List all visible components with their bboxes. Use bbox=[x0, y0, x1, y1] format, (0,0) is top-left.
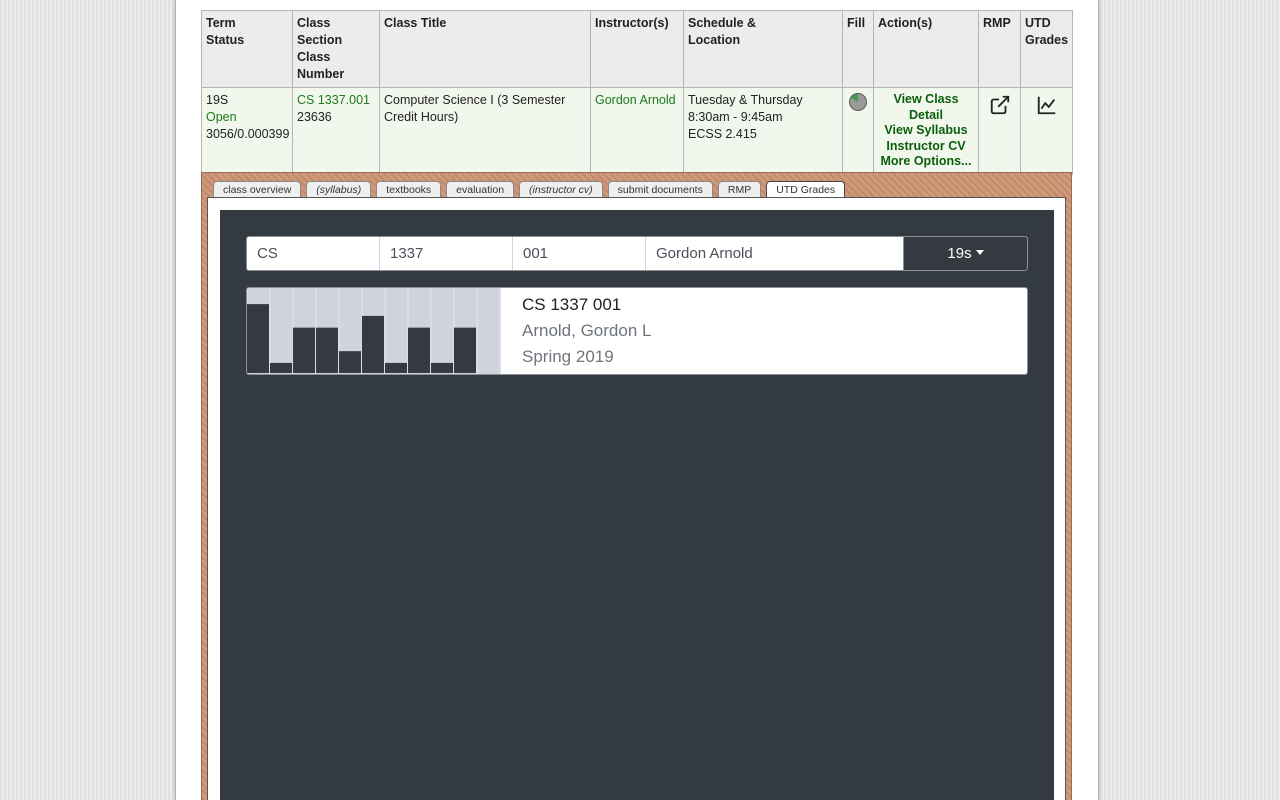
tab-syllabus[interactable]: (syllabus) bbox=[306, 181, 372, 198]
class-number: 23636 bbox=[297, 110, 332, 124]
header-actions: Action(s) bbox=[873, 10, 979, 88]
section-input[interactable]: 001 bbox=[513, 237, 646, 270]
tab-submit-documents[interactable]: submit documents bbox=[607, 181, 713, 198]
class-section-cell: CS 1337.001 23636 bbox=[292, 87, 380, 175]
term-status-cell: 19S Open 3056/0.000399 bbox=[201, 87, 293, 175]
header-class-section: Class Section Class Number bbox=[292, 10, 380, 88]
term-dropdown-button[interactable]: 19s bbox=[903, 237, 1027, 270]
grade-bar bbox=[454, 327, 476, 373]
class-results-table: Term Status Class Section Class Number Class… bbox=[201, 10, 1073, 175]
tab-evaluation[interactable]: evaluation bbox=[446, 181, 515, 198]
subject-input[interactable]: CS bbox=[247, 237, 380, 270]
instructor-cell: Gordon Arnold bbox=[590, 87, 684, 175]
header-instructors: Instructor(s) bbox=[590, 10, 684, 88]
actions-cell: View Class Detail View Syllabus Instruct… bbox=[873, 87, 979, 175]
enrollment-ratio: 3056/0.000399 bbox=[206, 127, 290, 141]
pie-fill-icon bbox=[849, 93, 867, 111]
class-title-cell: Computer Science I (3 Semester Credit Ho… bbox=[379, 87, 591, 175]
tab-utd-grades[interactable]: UTD Grades bbox=[766, 181, 846, 198]
tab-instructor-cv[interactable]: (instructor cv) bbox=[519, 181, 603, 198]
tab-content: CS 1337 001 Gordon Arnold 19s CS 1337 00… bbox=[207, 197, 1066, 800]
card-professor-name: Arnold, Gordon L bbox=[522, 321, 652, 340]
grade-distribution-svg bbox=[247, 288, 501, 374]
grade-search-bar: CS 1337 001 Gordon Arnold 19s bbox=[246, 236, 1028, 271]
header-rmp: RMP bbox=[978, 10, 1021, 88]
professor-input[interactable]: Gordon Arnold bbox=[646, 237, 903, 270]
page-panel: Term Status Class Section Class Number Class… bbox=[175, 0, 1099, 800]
tab-frame: class overview (syllabus) textbooks eval… bbox=[201, 172, 1072, 800]
header-class-title: Class Title bbox=[379, 10, 591, 88]
grade-distribution-chart bbox=[247, 288, 501, 374]
schedule-time: 8:30am - 9:45am bbox=[688, 110, 783, 124]
grade-bar bbox=[408, 327, 430, 373]
more-options-link[interactable]: More Options... bbox=[878, 154, 974, 170]
grade-bar bbox=[316, 327, 338, 373]
tab-textbooks[interactable]: textbooks bbox=[376, 181, 442, 198]
header-utd-grades: UTD Grades bbox=[1020, 10, 1073, 88]
view-syllabus-link[interactable]: View Syllabus bbox=[878, 123, 974, 139]
course-number-input[interactable]: 1337 bbox=[380, 237, 513, 270]
instructor-cv-link[interactable]: Instructor CV bbox=[878, 139, 974, 155]
schedule-cell: Tuesday & Thursday 8:30am - 9:45am ECSS … bbox=[683, 87, 843, 175]
term-dropdown-label: 19s bbox=[947, 245, 972, 262]
line-chart-icon[interactable] bbox=[1036, 94, 1058, 116]
grade-bar bbox=[339, 351, 361, 373]
card-text: CS 1337 001 Arnold, Gordon L Spring 2019 bbox=[501, 288, 651, 374]
header-term-status: Term Status bbox=[201, 10, 293, 88]
table-row: 19S Open 3056/0.000399 CS 1337.001 23636… bbox=[201, 87, 1073, 175]
grade-bar bbox=[385, 362, 407, 373]
card-course-title: CS 1337 001 bbox=[522, 295, 622, 314]
grade-bar bbox=[431, 362, 453, 373]
tab-bar: class overview (syllabus) textbooks eval… bbox=[213, 181, 846, 198]
utd-grades-cell bbox=[1020, 87, 1073, 175]
caret-down-icon bbox=[975, 250, 984, 256]
class-section-link[interactable]: CS 1337.001 bbox=[297, 92, 375, 109]
grade-bar bbox=[293, 327, 315, 373]
table-header-row: Term Status Class Section Class Number Class… bbox=[201, 10, 1073, 88]
card-semester: Spring 2019 bbox=[522, 347, 614, 366]
header-fill: Fill bbox=[842, 10, 874, 88]
instructor-link[interactable]: Gordon Arnold bbox=[595, 93, 676, 107]
external-link-icon[interactable] bbox=[989, 94, 1011, 116]
grade-bar bbox=[270, 362, 292, 373]
grade-bar bbox=[247, 304, 269, 373]
grade-result-card[interactable]: CS 1337 001 Arnold, Gordon L Spring 2019 bbox=[246, 287, 1028, 375]
tab-class-overview[interactable]: class overview bbox=[213, 181, 302, 198]
view-class-detail-link[interactable]: View Class Detail bbox=[878, 92, 974, 123]
status-open: Open bbox=[206, 110, 237, 124]
rmp-cell bbox=[978, 87, 1021, 175]
tab-rmp[interactable]: RMP bbox=[717, 181, 762, 198]
utd-grades-panel: CS 1337 001 Gordon Arnold 19s CS 1337 00… bbox=[220, 210, 1054, 800]
header-schedule: Schedule & Location bbox=[683, 10, 843, 88]
grade-bar bbox=[362, 315, 384, 373]
schedule-location: ECSS 2.415 bbox=[688, 127, 757, 141]
term-text: 19S bbox=[206, 93, 229, 107]
fill-cell bbox=[842, 87, 874, 175]
schedule-days: Tuesday & Thursday bbox=[688, 93, 803, 107]
